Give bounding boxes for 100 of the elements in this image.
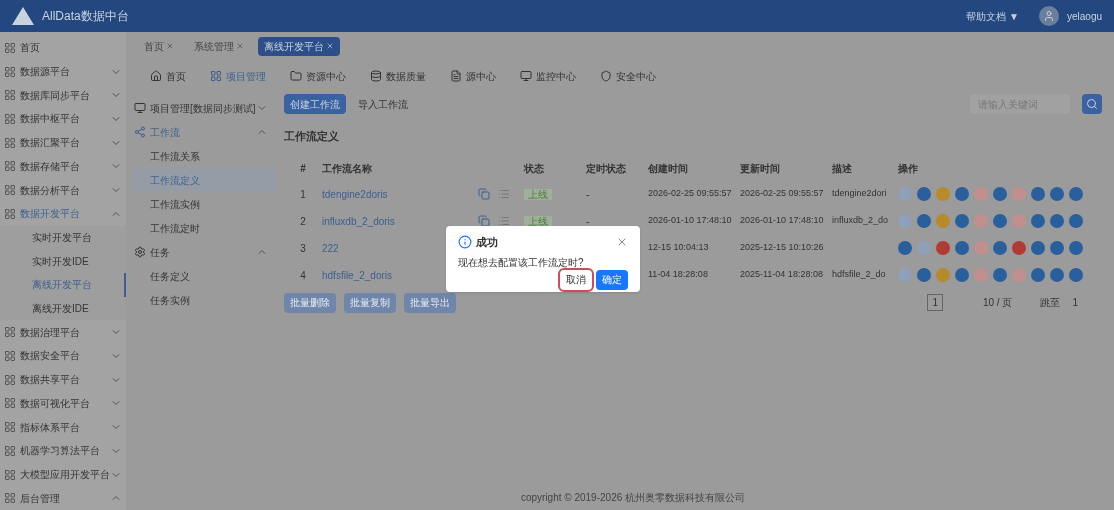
table-cell-text: 2 (299, 214, 307, 229)
submenu-subitem[interactable]: 任务定义 (134, 264, 276, 288)
sidebar-item[interactable]: 数据共享平台 (0, 367, 126, 392)
monitor-icon (520, 70, 532, 82)
page-tab[interactable]: 首页 (138, 36, 180, 56)
list-icon[interactable] (498, 215, 510, 227)
action-icon[interactable] (1050, 268, 1064, 282)
submenu-item[interactable]: 工作流 (134, 120, 276, 144)
sidebar-item[interactable]: 数据治理平台 (0, 320, 126, 345)
submenu-subitem[interactable]: 工作流定义 (134, 168, 276, 192)
sidebar-item[interactable]: 数据汇聚平台 (0, 130, 126, 155)
table-cell: 2026-01-10 17:48:10 (648, 215, 732, 226)
action-icon[interactable] (993, 214, 1007, 228)
workflow-link[interactable]: influxdb_2_doris (322, 213, 478, 229)
help-link[interactable]: 帮助文档 ▼ (966, 8, 1019, 24)
action-icon[interactable] (993, 241, 1007, 255)
action-icon[interactable] (1050, 187, 1064, 201)
sidebar-item[interactable]: 数据安全平台 (0, 344, 126, 368)
action-icon[interactable] (1069, 241, 1083, 255)
action-icon[interactable] (993, 268, 1007, 282)
sidebar-item[interactable]: 大模型应用开发平台 (0, 462, 126, 487)
table-cell: 12-15 10:04:13 (648, 242, 709, 253)
table-cell: hdfsfile_2_do (832, 269, 886, 280)
action-icon[interactable] (955, 241, 969, 255)
workflow-link[interactable]: tdengine2doris (322, 186, 478, 202)
action-icon[interactable] (1012, 241, 1026, 255)
sidebar-item[interactable]: 数据中枢平台 (0, 107, 126, 131)
table-cell: influxdb_2_do (832, 215, 889, 226)
action-icon[interactable] (1069, 187, 1083, 201)
action-icon[interactable] (955, 268, 969, 282)
sidebar-item[interactable]: 数据源平台 (0, 59, 126, 84)
action-icon[interactable] (898, 241, 912, 255)
import-workflow-button[interactable]: 导入工作流 (358, 96, 408, 112)
close-icon[interactable] (166, 42, 174, 50)
sidebar-subitem[interactable]: 实时开发平台 (0, 225, 126, 250)
submenu-subitem[interactable]: 工作流定时 (134, 216, 276, 240)
action-icon[interactable] (1031, 268, 1045, 282)
copy-icon[interactable] (478, 215, 490, 227)
submenu-subitem[interactable]: 工作流关系 (134, 144, 276, 168)
action-icon[interactable] (1069, 214, 1083, 228)
user-name[interactable]: yelaogu (1066, 8, 1102, 24)
action-icon[interactable] (993, 187, 1007, 201)
table-cell: 2025-11-04 18:28:08 (740, 269, 823, 280)
column-header: # (299, 162, 307, 176)
action-icon[interactable] (917, 214, 931, 228)
sidebar-item[interactable]: 数据开发平台 (0, 201, 126, 226)
action-icon[interactable] (1031, 241, 1045, 255)
sidebar-item[interactable]: 后台管理 (0, 486, 126, 510)
submenu-item[interactable]: 任务 (134, 240, 276, 264)
nav-tab[interactable]: 安全中心 (600, 68, 656, 84)
action-icon[interactable] (917, 268, 931, 282)
confirm-button[interactable]: 确定 (596, 269, 628, 290)
action-icon[interactable] (1031, 187, 1045, 201)
table-cell-text: 4 (299, 268, 307, 283)
sidebar-item[interactable]: 数据库同步平台 (0, 83, 126, 108)
menu-icon (4, 112, 16, 125)
nav-tab[interactable]: 数据质量 (370, 68, 426, 84)
action-icon[interactable] (1031, 214, 1045, 228)
menu-icon (4, 350, 16, 362)
jump-input[interactable]: 1 (1072, 295, 1078, 310)
action-icon[interactable] (917, 187, 931, 201)
menu-icon (4, 207, 16, 220)
sidebar-item[interactable]: 指标体系平台 (0, 415, 126, 439)
action-icon[interactable] (955, 214, 969, 228)
create-workflow-button[interactable]: 创建工作流 (284, 94, 346, 114)
cancel-button[interactable]: 取消 (560, 269, 592, 290)
nav-tab[interactable]: 源中心 (450, 68, 496, 84)
sidebar-item[interactable]: 首页 (0, 36, 126, 60)
status-tag: 上线 (524, 188, 552, 200)
action-icon[interactable] (936, 241, 950, 255)
sidebar-item[interactable]: 数据可视化平台 (0, 391, 126, 416)
page-tab[interactable]: 离线开发平台 (258, 36, 340, 56)
database-icon (370, 70, 382, 82)
sidebar-item[interactable]: 数据存储平台 (0, 154, 126, 179)
action-icon[interactable] (1050, 241, 1064, 255)
action-icon[interactable] (1069, 268, 1083, 282)
avatar[interactable] (1038, 6, 1059, 26)
page-number[interactable]: 1 (927, 294, 943, 311)
submenu-subitem[interactable]: 工作流实例 (134, 192, 276, 216)
submenu-subitem[interactable]: 任务实例 (134, 288, 276, 312)
page-size[interactable]: 10 / 页 (982, 295, 1013, 310)
nav-tab[interactable]: 首页 (150, 68, 186, 84)
search-button[interactable] (1082, 94, 1102, 114)
nav-tab[interactable]: 资源中心 (290, 68, 346, 84)
nav-tab[interactable]: 监控中心 (520, 68, 576, 84)
action-icon[interactable] (955, 187, 969, 201)
action-icon[interactable] (1050, 214, 1064, 228)
dialog-message: 现在想去配置该工作流定时? (458, 255, 585, 270)
menu-icon (4, 444, 16, 457)
sidebar-item[interactable]: 机器学习算法平台 (0, 438, 126, 463)
close-icon[interactable] (236, 42, 244, 50)
sidebar-subitem[interactable]: 离线开发平台 (0, 273, 126, 297)
sidebar-item[interactable]: 数据分析平台 (0, 178, 126, 202)
nav-tab[interactable]: 项目管理 (210, 68, 266, 84)
sidebar-subitem[interactable]: 离线开发IDE (0, 296, 126, 321)
submenu-item[interactable]: 项目管理[数据同步测试] (134, 96, 276, 120)
share-icon (134, 126, 146, 138)
sidebar-subitem[interactable]: 实时开发IDE (0, 249, 126, 274)
page-tab[interactable]: 系统管理 (188, 36, 250, 56)
jump-label: 跳至 (1040, 296, 1061, 310)
